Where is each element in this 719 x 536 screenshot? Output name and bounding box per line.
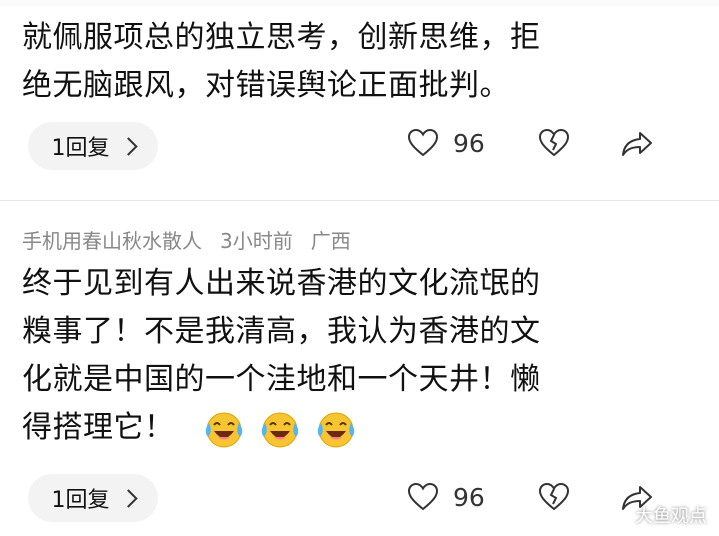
chevron-right-icon — [118, 488, 138, 508]
heart-icon — [407, 482, 439, 511]
share-arrow-icon — [622, 132, 652, 156]
comment-text: 终于见到有人出来说香港的文化流氓的 糗事了！不是我清高，我认为香港的文 化就是中… — [22, 260, 702, 452]
comment-line: 终于见到有人出来说香港的文化流氓的 — [22, 266, 541, 301]
comment-line: 绝无脑跟风，对错误舆论正面批判。 — [22, 68, 510, 103]
broken-heart-icon — [538, 482, 570, 511]
dislike-button[interactable] — [538, 128, 570, 158]
like-count: 96 — [453, 128, 485, 158]
comment-line: 就佩服项总的独立思考，创新思维，拒 — [22, 20, 541, 55]
chevron-right-icon — [118, 136, 138, 156]
share-button[interactable] — [620, 130, 654, 158]
reply-label: 1回复 — [51, 488, 110, 513]
comment-line: 化就是中国的一个洼地和一个天井！懒 — [22, 362, 541, 397]
laughing-crying-emoji — [205, 412, 242, 447]
like-count: 96 — [453, 482, 485, 512]
broken-heart-icon — [538, 128, 570, 157]
timestamp: 3小时前 — [220, 228, 293, 253]
reply-button[interactable]: 1回复 — [28, 474, 158, 522]
watermark: 大鱼观点 — [635, 506, 707, 527]
emoji-row — [201, 409, 359, 449]
username[interactable]: 手机用春山秋水散人 — [22, 225, 202, 254]
laughing-crying-emoji — [317, 412, 354, 447]
previous-comment-edge — [0, 0, 719, 6]
heart-icon — [407, 128, 439, 157]
like-button[interactable]: 96 — [407, 482, 485, 512]
reply-button[interactable]: 1回复 — [28, 122, 158, 170]
reply-label: 1回复 — [51, 136, 110, 161]
dislike-button[interactable] — [538, 482, 570, 512]
comment-line: 得搭理它！ — [22, 410, 175, 445]
comment-line: 糗事了！不是我清高，我认为香港的文 — [22, 314, 541, 349]
comment-line-with-emoji: 得搭理它！ — [22, 404, 702, 452]
comment-divider — [0, 200, 719, 201]
location: 广西 — [310, 228, 351, 253]
laughing-crying-emoji — [261, 412, 298, 447]
comment-text: 就佩服项总的独立思考，创新思维，拒 绝无脑跟风，对错误舆论正面批判。 — [22, 14, 702, 110]
like-button[interactable]: 96 — [407, 128, 485, 158]
comment-meta: 手机用春山秋水散人 3小时前 广西 — [22, 222, 351, 256]
